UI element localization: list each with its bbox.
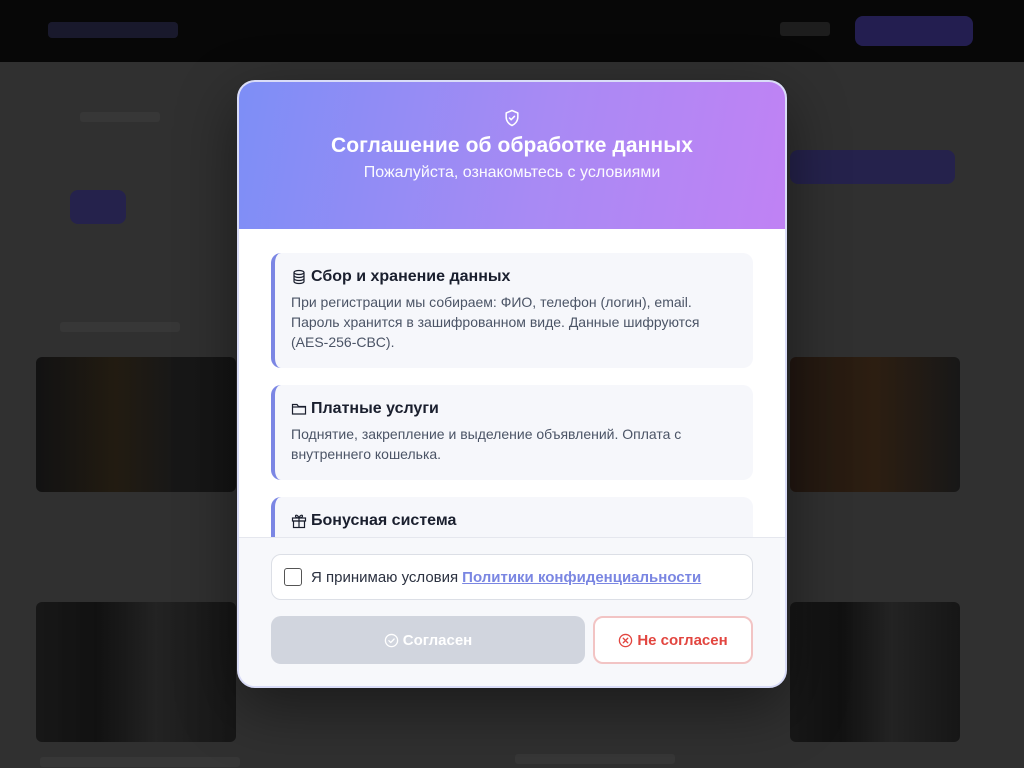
modal-header: Соглашение об обработке данных Пожалуйст… xyxy=(239,82,785,229)
section-title: Бонусная система xyxy=(311,512,457,529)
section-title: Платные услуги xyxy=(311,400,439,417)
consent-text: Я принимаю условия xyxy=(311,568,459,586)
consent-row[interactable]: Я принимаю условия Политики конфиденциал… xyxy=(271,554,753,600)
database-icon xyxy=(293,269,305,285)
action-buttons: Согласен Не согласен xyxy=(271,616,753,664)
agree-button[interactable]: Согласен xyxy=(271,616,585,664)
x-circle-icon xyxy=(619,633,633,647)
section-text: Поднятие, закрепление и выделение объявл… xyxy=(291,426,682,462)
modal-footer: Я принимаю условия Политики конфиденциал… xyxy=(239,537,785,686)
privacy-policy-link[interactable]: Политики конфиденциальности xyxy=(462,569,701,586)
modal-subtitle: Пожалуйста, ознакомьтесь с условиями xyxy=(363,164,661,181)
section-title: Сбор и хранение данных xyxy=(311,268,511,285)
data-agreement-modal: Соглашение об обработке данных Пожалуйст… xyxy=(237,80,787,688)
section-card-data-storage: Сбор и хранение данных При регистрации м… xyxy=(271,253,753,368)
section-card-bonus-system: Бонусная система xyxy=(271,497,753,537)
disagree-button[interactable]: Не согласен xyxy=(593,616,753,664)
section-card-paid-services: Платные услуги Поднятие, закрепление и в… xyxy=(271,385,753,480)
consent-checkbox[interactable] xyxy=(284,568,302,586)
section-text: При регистрации мы собираем: ФИО, телефо… xyxy=(291,294,700,350)
disagree-button-label: Не согласен xyxy=(637,631,728,649)
modal-scroll-body[interactable]: Сбор и хранение данных При регистрации м… xyxy=(239,229,785,537)
agree-button-label: Согласен xyxy=(402,631,473,649)
folder-icon xyxy=(291,403,307,415)
modal-title: Соглашение об обработке данных xyxy=(330,134,694,157)
check-circle-icon xyxy=(384,633,398,647)
shield-check-icon xyxy=(505,109,519,127)
gift-icon xyxy=(291,514,307,529)
